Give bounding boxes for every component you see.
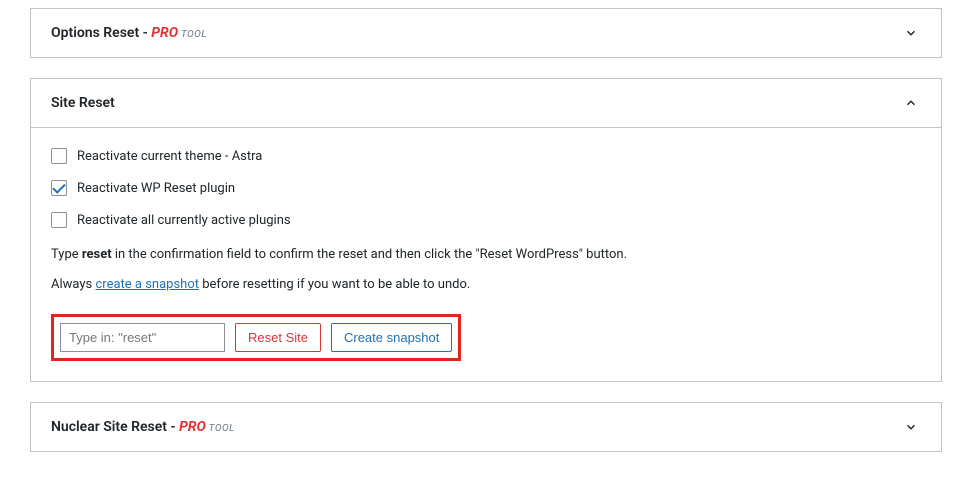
panel-title: Nuclear Site Reset - PRO TOOL (51, 419, 235, 435)
chevron-up-icon (901, 93, 921, 113)
checkbox-row-plugins: Reactivate all currently active plugins (51, 212, 921, 228)
title-text: Options Reset - (51, 25, 151, 41)
chevron-down-icon (901, 23, 921, 43)
panel-title: Site Reset (51, 95, 115, 111)
checkbox-label: Reactivate current theme - Astra (77, 149, 262, 164)
create-snapshot-button[interactable]: Create snapshot (331, 323, 452, 352)
desc-text: in the confirmation field to confirm the… (112, 247, 627, 262)
title-text: Nuclear Site Reset - (51, 419, 179, 435)
desc-text: before resetting if you want to be able … (199, 277, 470, 292)
create-snapshot-link[interactable]: create a snapshot (95, 277, 199, 292)
action-row-highlight: Reset Site Create snapshot (51, 314, 461, 361)
chevron-down-icon (901, 417, 921, 437)
tool-text: TOOL (178, 29, 207, 40)
panel-site-reset: Site Reset Reactivate current theme - As… (30, 78, 942, 382)
checkbox-reactivate-wpreset[interactable] (51, 180, 67, 196)
panel-title: Options Reset - PRO TOOL (51, 25, 207, 41)
checkbox-row-theme: Reactivate current theme - Astra (51, 148, 921, 164)
desc-keyword: reset (82, 247, 112, 262)
description-line-1: Type reset in the confirmation field to … (51, 244, 921, 266)
description-line-2: Always create a snapshot before resettin… (51, 274, 921, 296)
panel-header-site-reset[interactable]: Site Reset (31, 79, 941, 127)
desc-text: Always (51, 277, 95, 292)
pro-badge: PRO (151, 25, 178, 41)
tool-text: TOOL (206, 423, 235, 434)
panel-options-reset: Options Reset - PRO TOOL (30, 8, 942, 58)
pro-badge: PRO (179, 419, 206, 435)
checkbox-label: Reactivate WP Reset plugin (77, 181, 235, 196)
reset-site-button[interactable]: Reset Site (235, 323, 321, 352)
panel-body: Reactivate current theme - Astra Reactiv… (31, 127, 941, 381)
reset-confirm-input[interactable] (60, 323, 225, 352)
panel-nuclear-reset: Nuclear Site Reset - PRO TOOL (30, 402, 942, 452)
checkbox-row-wpreset: Reactivate WP Reset plugin (51, 180, 921, 196)
checkbox-label: Reactivate all currently active plugins (77, 213, 291, 228)
checkbox-reactivate-plugins[interactable] (51, 212, 67, 228)
checkbox-reactivate-theme[interactable] (51, 148, 67, 164)
panel-header-nuclear-reset[interactable]: Nuclear Site Reset - PRO TOOL (31, 403, 941, 451)
panel-header-options-reset[interactable]: Options Reset - PRO TOOL (31, 9, 941, 57)
desc-text: Type (51, 247, 82, 262)
